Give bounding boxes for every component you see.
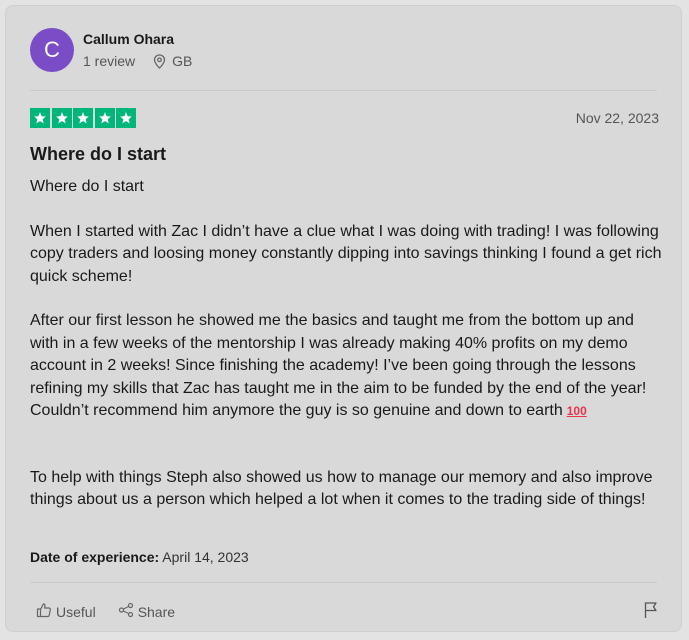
review-count: 1 review [83,53,136,69]
review-paragraph: After our first lesson he showed me the … [30,310,662,423]
star-icon [116,108,136,128]
flag-icon [643,602,659,623]
review-title[interactable]: Where do I start [30,144,166,165]
useful-button[interactable]: Useful [36,602,96,621]
review-paragraph: When I started with Zac I didn’t have a … [30,222,662,285]
location-pin-icon [153,53,166,69]
reviewer-header: C Callum Ohara 1 review GB [30,28,192,72]
footer-divider [30,582,657,583]
avatar[interactable]: C [30,28,74,72]
review-body: Where do I start When I started with Zac… [30,176,662,512]
review-paragraph: To help with things Steph also showed us… [30,468,653,509]
experience-date: April 14, 2023 [162,549,249,565]
thumbs-up-icon [36,602,56,621]
star-icon [51,108,72,128]
share-label: Share [137,603,176,620]
reviewer-name[interactable]: Callum Ohara [83,31,192,47]
star-rating [30,108,138,128]
reviewer-info: Callum Ohara 1 review GB [83,31,192,69]
review-paragraph-text: After our first lesson he showed me the … [30,312,647,419]
hundred-points-emoji: 100 [566,404,587,418]
report-flag-button[interactable] [643,601,659,624]
star-icon [30,108,50,128]
review-card: C Callum Ohara 1 review GB Nov 22, 2023 … [5,5,682,632]
review-actions: Useful Share [36,602,197,621]
review-date: Nov 22, 2023 [575,110,659,126]
header-divider [30,90,657,91]
star-icon [94,108,115,128]
star-icon [73,108,93,128]
useful-label: Useful [56,603,96,620]
experience-label: Date of experience: [30,549,160,565]
reviewer-meta: 1 review GB [83,53,192,69]
share-icon [118,602,138,621]
date-of-experience: Date of experience: April 14, 2023 [30,549,249,565]
reviewer-location: GB [172,53,193,69]
share-button[interactable]: Share [118,602,175,621]
review-paragraph: Where do I start [30,178,144,195]
